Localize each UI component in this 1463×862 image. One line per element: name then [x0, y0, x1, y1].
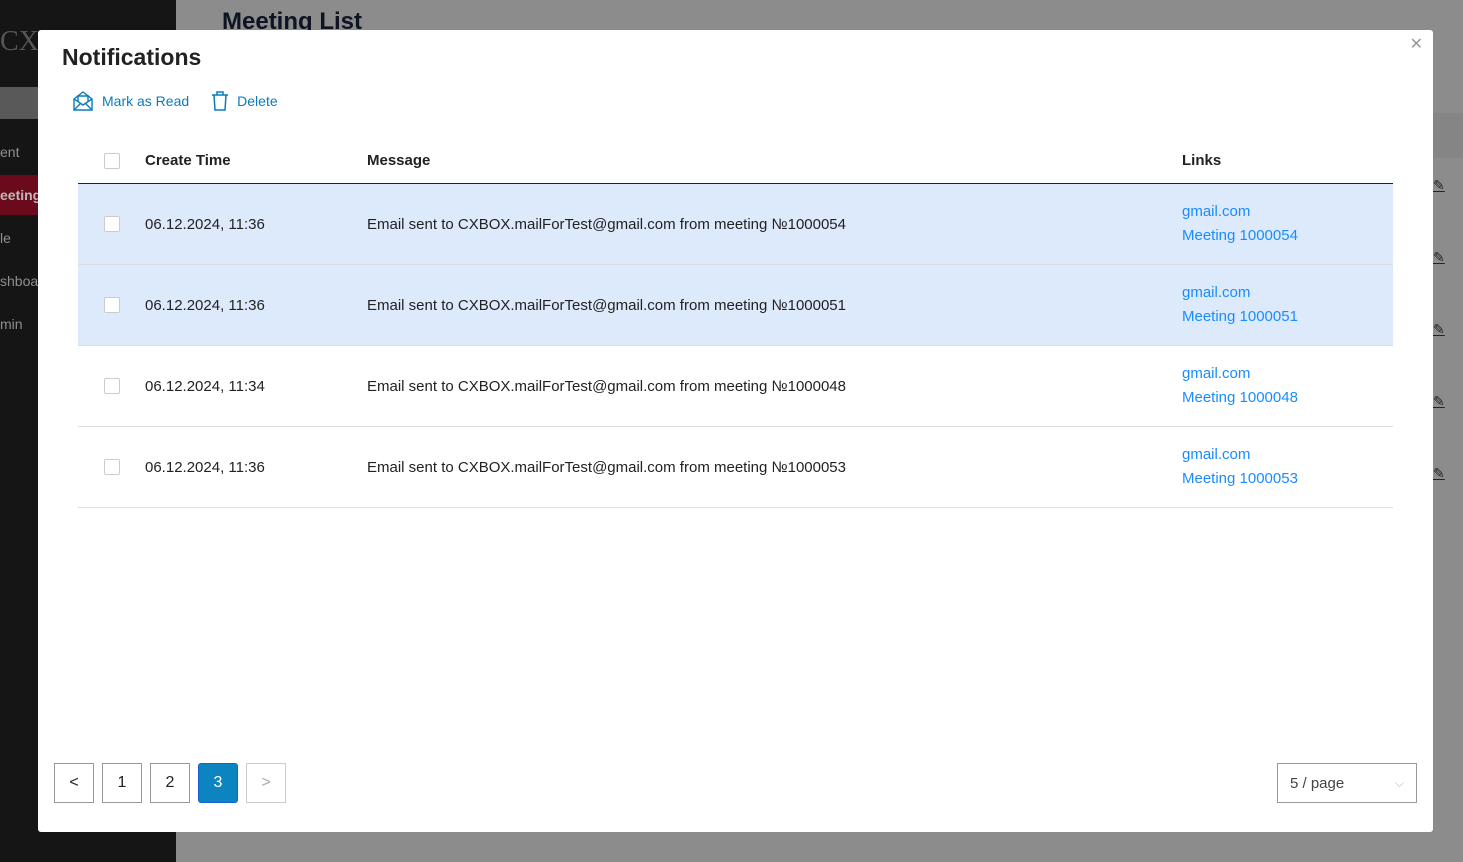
table-row[interactable]: 06.12.2024, 11:36 Email sent to CXBOX.ma…: [78, 184, 1393, 265]
select-all-checkbox[interactable]: [104, 152, 120, 169]
logo: CX: [0, 26, 39, 57]
table-row[interactable]: 06.12.2024, 11:36 Email sent to CXBOX.ma…: [78, 427, 1393, 508]
create-time: 06.12.2024, 11:36: [145, 296, 265, 314]
pencil-icon[interactable]: ✎: [1433, 321, 1445, 338]
column-header-create-time: Create Time: [145, 152, 231, 169]
gmail-link[interactable]: gmail.com: [1182, 281, 1393, 305]
create-time: 06.12.2024, 11:36: [145, 215, 265, 233]
meeting-link[interactable]: Meeting 1000053: [1182, 467, 1393, 491]
delete-label: Delete: [237, 93, 278, 109]
close-icon[interactable]: ✕: [1410, 34, 1423, 54]
meeting-link[interactable]: Meeting 1000051: [1182, 305, 1393, 329]
mark-as-read-button[interactable]: Mark as Read: [72, 90, 189, 112]
envelope-open-icon: [73, 91, 93, 111]
pencil-icon[interactable]: ✎: [1433, 465, 1445, 482]
gmail-link[interactable]: gmail.com: [1182, 200, 1393, 224]
column-header-message: Message: [367, 152, 431, 169]
gmail-link[interactable]: gmail.com: [1182, 362, 1393, 386]
prev-page-button[interactable]: <: [54, 763, 94, 803]
chevron-down-icon: ⌵: [1394, 775, 1404, 790]
pagination: < 1 2 3 >: [54, 763, 286, 803]
page-size-value: 5 / page: [1290, 774, 1345, 792]
pencil-icon[interactable]: ✎: [1433, 249, 1445, 266]
message: Email sent to CXBOX.mailForTest@gmail.co…: [367, 215, 846, 233]
delete-button[interactable]: Delete: [211, 90, 278, 112]
next-page-button[interactable]: >: [246, 763, 286, 803]
table-header: Create Time Message Links: [78, 138, 1393, 184]
column-header-links: Links: [1182, 151, 1222, 169]
message: Email sent to CXBOX.mailForTest@gmail.co…: [367, 458, 846, 476]
gmail-link[interactable]: gmail.com: [1182, 443, 1393, 467]
pencil-icon[interactable]: ✎: [1433, 177, 1445, 194]
meeting-link[interactable]: Meeting 1000048: [1182, 386, 1393, 410]
page-2-button[interactable]: 2: [150, 763, 190, 803]
notifications-table: Create Time Message Links 06.12.2024, 11…: [78, 138, 1393, 508]
meeting-link[interactable]: Meeting 1000054: [1182, 224, 1393, 248]
page-3-button[interactable]: 3: [198, 763, 238, 803]
modal-title: Notifications: [62, 44, 202, 70]
message: Email sent to CXBOX.mailForTest@gmail.co…: [367, 296, 846, 314]
table-row[interactable]: 06.12.2024, 11:36 Email sent to CXBOX.ma…: [78, 265, 1393, 346]
create-time: 06.12.2024, 11:34: [145, 377, 265, 395]
create-time: 06.12.2024, 11:36: [145, 458, 265, 476]
mark-as-read-label: Mark as Read: [102, 93, 190, 109]
message: Email sent to CXBOX.mailForTest@gmail.co…: [367, 377, 846, 395]
table-row[interactable]: 06.12.2024, 11:34 Email sent to CXBOX.ma…: [78, 346, 1393, 427]
pencil-icon[interactable]: ✎: [1433, 393, 1445, 410]
row-checkbox[interactable]: [104, 459, 120, 475]
page-1-button[interactable]: 1: [102, 763, 142, 803]
row-checkbox[interactable]: [104, 378, 120, 394]
notifications-modal: ✕ Notifications Mark as Read Delete Crea…: [38, 30, 1433, 832]
row-checkbox[interactable]: [104, 297, 120, 313]
page-size-select[interactable]: 5 / page ⌵: [1277, 763, 1417, 803]
trash-icon: [212, 91, 229, 111]
row-checkbox[interactable]: [104, 216, 120, 232]
